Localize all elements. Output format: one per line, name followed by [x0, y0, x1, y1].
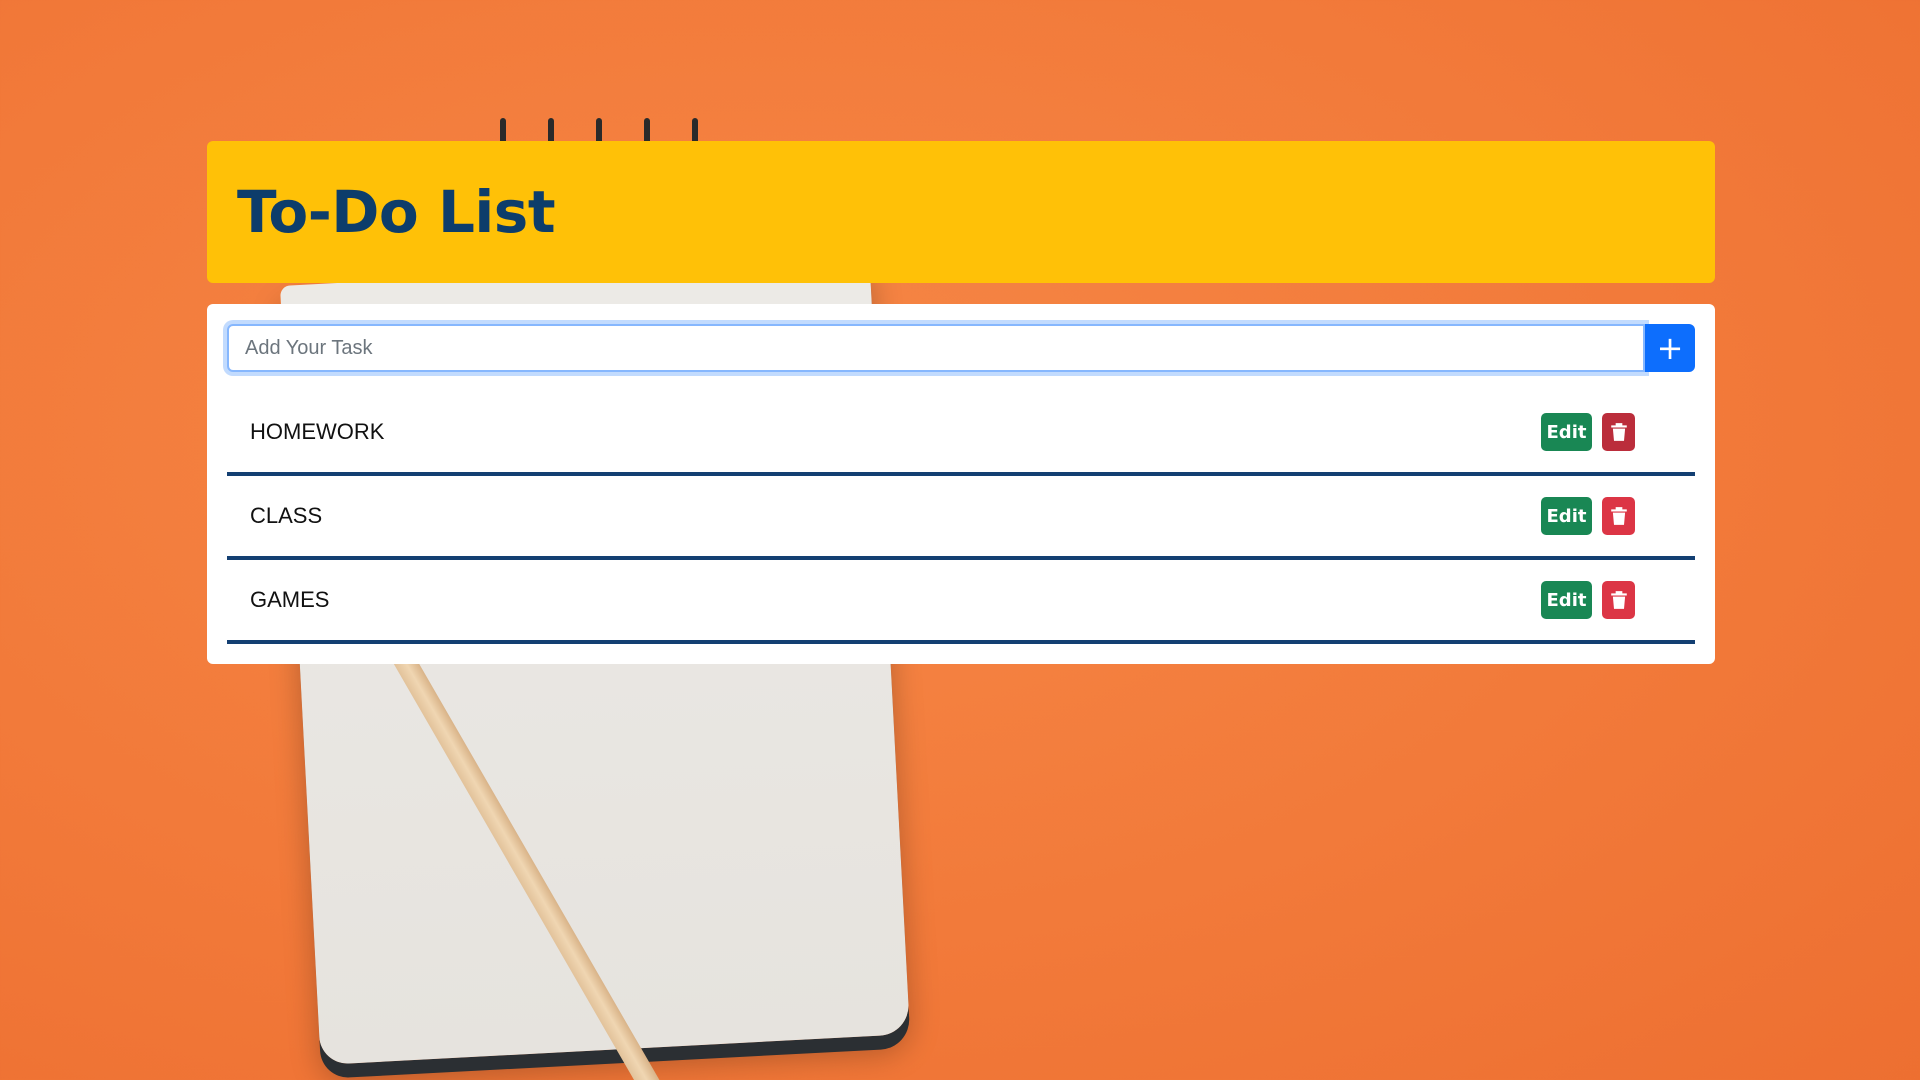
edit-button[interactable]: Edit — [1541, 413, 1592, 451]
page-title: To-Do List — [237, 178, 556, 246]
edit-button[interactable]: Edit — [1541, 581, 1592, 619]
add-task-button[interactable]: + — [1645, 324, 1695, 372]
task-list: HOMEWORK Edit CLASS Edit GAMES Edit — [227, 392, 1695, 644]
task-item: CLASS Edit — [227, 476, 1695, 560]
task-item: GAMES Edit — [227, 560, 1695, 644]
task-item: HOMEWORK Edit — [227, 392, 1695, 476]
add-task-row: + — [227, 324, 1695, 372]
delete-button[interactable] — [1602, 581, 1635, 619]
delete-button[interactable] — [1602, 497, 1635, 535]
task-label: HOMEWORK — [250, 419, 385, 444]
task-actions: Edit — [1541, 581, 1635, 619]
todo-card: + HOMEWORK Edit CLASS Edit GAMES — [207, 304, 1715, 664]
task-actions: Edit — [1541, 413, 1635, 451]
task-input[interactable] — [227, 324, 1645, 372]
app-header: To-Do List — [207, 141, 1715, 283]
trash-icon — [1610, 507, 1627, 525]
trash-icon — [1610, 591, 1627, 609]
edit-button[interactable]: Edit — [1541, 497, 1592, 535]
task-label: GAMES — [250, 587, 330, 612]
delete-button[interactable] — [1602, 413, 1635, 451]
task-actions: Edit — [1541, 497, 1635, 535]
trash-icon — [1610, 423, 1627, 441]
task-label: CLASS — [250, 503, 323, 528]
